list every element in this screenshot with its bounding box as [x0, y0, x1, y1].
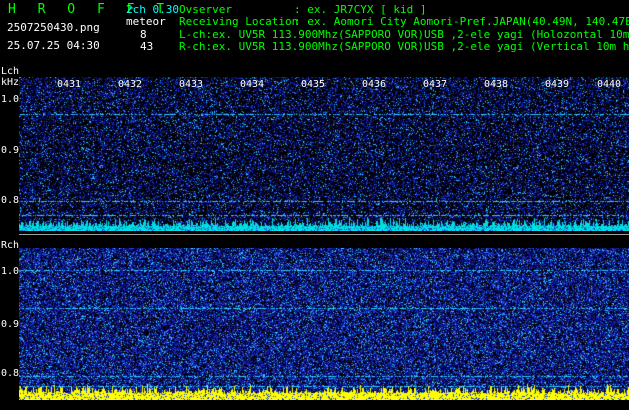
time-tick: 0436: [362, 79, 387, 90]
time-tick: 0432: [118, 79, 143, 90]
location-label: Receiving Location: [179, 15, 299, 28]
rch-ytick-1: 1.0: [1, 266, 20, 277]
time-tick: 0437: [423, 79, 448, 90]
lch-ytick-1: 1.0: [1, 94, 20, 105]
time-tick: 0433: [179, 79, 204, 90]
channel-mode: 2ch 0.30: [126, 3, 179, 16]
rch-spectrogram: [19, 248, 629, 400]
lch-unit: kHz: [1, 77, 20, 88]
lch-label: Lch: [1, 66, 20, 77]
meteor-count-rch: 43: [140, 40, 154, 53]
lch-receiver-info: L-ch:ex. UV5R 113.900Mhz(SAPPORO VOR)USB…: [179, 29, 629, 40]
time-tick: 0434: [240, 79, 265, 90]
rch-receiver-info: R-ch:ex. UV5R 113.900Mhz(SAPPORO VOR)USB…: [179, 41, 629, 52]
rch-ytick-3: 0.8: [1, 368, 20, 379]
location-value: : ex. Aomori City Aomori-Pref.JAPAN(40.4…: [294, 15, 629, 28]
lch-ytick-2: 0.9: [1, 145, 20, 156]
time-tick: 0431: [57, 79, 82, 90]
lch-spectrogram: [19, 77, 629, 231]
meteor-count-lch: 8: [140, 28, 147, 41]
time-tick: 0438: [484, 79, 509, 90]
rch-ytick-2: 0.9: [1, 319, 20, 330]
time-tick: 0440: [597, 79, 622, 90]
lch-ytick-3: 0.8: [1, 195, 20, 206]
image-filename: 2507250430.png: [7, 21, 100, 34]
channel-divider: [19, 234, 629, 235]
observer-label: Ovserver: [179, 3, 232, 16]
capture-datetime: 25.07.25 04:30: [7, 39, 100, 52]
observer-value: : ex. JR7CYX [ kid ]: [294, 3, 427, 16]
time-tick: 0439: [545, 79, 570, 90]
meteor-label: meteor: [126, 15, 166, 28]
time-tick: 0435: [301, 79, 326, 90]
rch-label: Rch: [1, 240, 20, 251]
